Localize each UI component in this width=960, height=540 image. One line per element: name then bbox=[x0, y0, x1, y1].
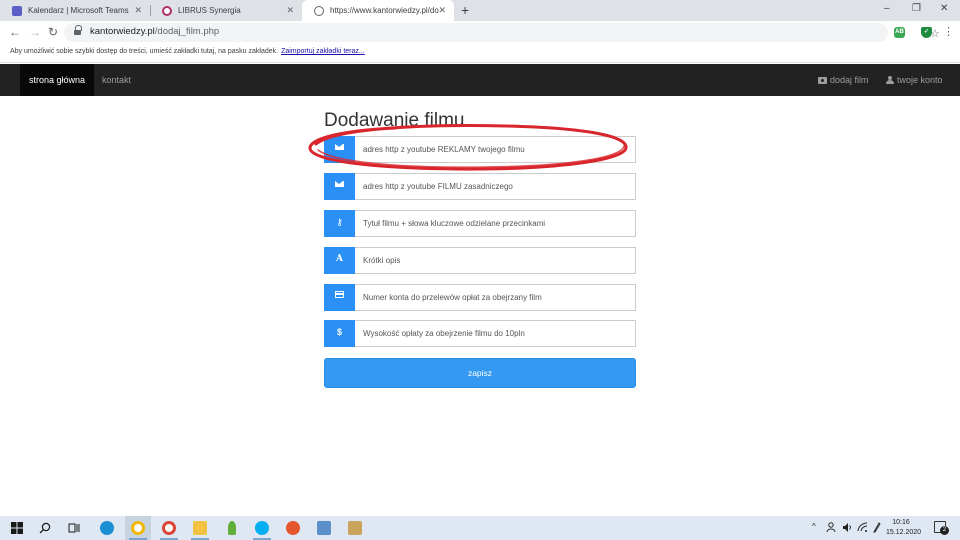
dollar-icon: $ bbox=[324, 320, 355, 347]
reload-button[interactable]: ↻ bbox=[48, 25, 58, 39]
ad-url-placeholder: adres http z youtube REKLAMY twojego fil… bbox=[363, 145, 525, 154]
url-host: kantorwiedzy.pl bbox=[90, 26, 155, 37]
title-keywords-placeholder: Tytuł filmu + słowa kluczowe odzielane p… bbox=[363, 219, 546, 228]
windows-taskbar: ^ 10:16 15.12.2020 2 bbox=[0, 516, 960, 540]
lock-icon[interactable] bbox=[74, 25, 82, 36]
maximize-button[interactable]: ❐ bbox=[912, 3, 921, 14]
close-tab-icon[interactable]: ✕ bbox=[438, 5, 446, 16]
close-window-button[interactable]: ✕ bbox=[940, 3, 948, 14]
browser-menu-icon[interactable]: ⋮ bbox=[943, 25, 954, 38]
task-view-icon[interactable] bbox=[68, 522, 80, 534]
nav-account-label: twoje konto bbox=[897, 75, 943, 85]
nav-contact-link[interactable]: kontakt bbox=[102, 64, 131, 96]
minimize-button[interactable]: – bbox=[884, 3, 890, 14]
skype-icon[interactable] bbox=[255, 521, 269, 535]
nav-home-link[interactable]: strona główna bbox=[20, 64, 95, 96]
plant-app-icon[interactable] bbox=[228, 521, 236, 535]
teams-icon bbox=[12, 5, 22, 16]
address-bar[interactable]: kantorwiedzy.pl/dodaj_film.php ☆ bbox=[64, 23, 940, 42]
record-app-icon[interactable] bbox=[286, 521, 300, 535]
browser-toolbar: ← → ↻ kantorwiedzy.pl/dodaj_film.php ☆ A… bbox=[0, 21, 960, 44]
system-clock[interactable]: 10:16 15.12.2020 bbox=[886, 518, 922, 538]
globe-icon bbox=[314, 5, 324, 16]
tab-title: Kalendarz | Microsoft Teams bbox=[28, 6, 129, 15]
nav-add-film-link[interactable]: dodaj film bbox=[818, 64, 869, 96]
user-icon bbox=[886, 76, 894, 84]
librus-icon bbox=[162, 5, 172, 16]
chrome-icon[interactable] bbox=[162, 521, 176, 535]
nav-account-link[interactable]: twoje konto bbox=[886, 64, 943, 96]
close-tab-icon[interactable]: ✕ bbox=[134, 5, 142, 16]
credit-card-icon bbox=[324, 284, 355, 311]
paint-app-icon[interactable] bbox=[348, 521, 362, 535]
windows-start-icon[interactable] bbox=[11, 522, 23, 534]
envelope-icon bbox=[324, 173, 355, 200]
bookmarks-bar: Aby umożliwić sobie szybki dostęp do tre… bbox=[0, 44, 960, 63]
forward-button[interactable]: → bbox=[29, 25, 41, 39]
key-icon: ⚷ bbox=[324, 210, 355, 237]
account-number-input[interactable]: Numer konta do przelewów opłat za obejrz… bbox=[324, 284, 636, 311]
close-tab-icon[interactable]: ✕ bbox=[286, 5, 294, 16]
ad-url-input[interactable]: adres http z youtube REKLAMY twojego fil… bbox=[324, 136, 636, 163]
film-url-input[interactable]: adres http z youtube FILMU zasadniczego bbox=[324, 173, 636, 200]
search-icon[interactable] bbox=[39, 522, 51, 534]
people-icon[interactable] bbox=[826, 522, 836, 533]
pen-workspace-icon[interactable] bbox=[872, 522, 881, 533]
short-description-input[interactable]: A Krótki opis bbox=[324, 247, 636, 274]
edge-icon[interactable] bbox=[100, 521, 114, 535]
tab-title: https://www.kantorwiedzy.pl/do bbox=[330, 6, 439, 15]
tab-kantorwiedzy[interactable]: https://www.kantorwiedzy.pl/do ✕ bbox=[302, 0, 454, 21]
account-number-placeholder: Numer konta do przelewów opłat za obejrz… bbox=[363, 293, 542, 302]
bookmarks-hint: Aby umożliwić sobie szybki dostęp do tre… bbox=[10, 48, 279, 55]
notification-count-badge: 2 bbox=[940, 526, 949, 535]
title-keywords-input[interactable]: ⚷ Tytuł filmu + słowa kluczowe odzielane… bbox=[324, 210, 636, 237]
font-icon: A bbox=[324, 247, 355, 274]
new-tab-button[interactable]: + bbox=[461, 2, 469, 18]
tray-overflow-chevron[interactable]: ^ bbox=[812, 522, 816, 531]
import-bookmarks-link[interactable]: Zaimportuj zakładki teraz... bbox=[281, 48, 365, 55]
save-button[interactable]: zapisz bbox=[324, 358, 636, 388]
tab-teams[interactable]: Kalendarz | Microsoft Teams ✕ bbox=[0, 0, 150, 21]
volume-icon[interactable] bbox=[842, 522, 852, 533]
nav-add-film-label: dodaj film bbox=[830, 75, 869, 85]
disk-app-icon[interactable] bbox=[317, 521, 331, 535]
url-text[interactable]: kantorwiedzy.pl/dodaj_film.php bbox=[90, 26, 219, 37]
tab-title: LIBRUS Synergia bbox=[178, 6, 241, 15]
browser-tab-strip: Kalendarz | Microsoft Teams ✕ LIBRUS Syn… bbox=[0, 0, 960, 21]
envelope-icon bbox=[324, 136, 355, 163]
file-explorer-icon[interactable] bbox=[193, 521, 207, 535]
clock-time: 10:16 bbox=[892, 519, 910, 526]
clock-date: 15.12.2020 bbox=[886, 529, 922, 536]
film-url-placeholder: adres http z youtube FILMU zasadniczego bbox=[363, 182, 513, 191]
fee-placeholder: Wysokość opłaty za obejrzenie filmu do 1… bbox=[363, 329, 525, 338]
short-description-placeholder: Krótki opis bbox=[363, 256, 401, 265]
url-path: /dodaj_film.php bbox=[154, 26, 220, 37]
site-navbar: strona główna kontakt dodaj film twoje k… bbox=[0, 64, 960, 96]
adblock-icon[interactable]: AB bbox=[894, 27, 905, 38]
tab-librus[interactable]: LIBRUS Synergia ✕ bbox=[150, 0, 302, 21]
page-title: Dodawanie filmu bbox=[324, 110, 465, 131]
chrome-canary-icon[interactable] bbox=[131, 521, 145, 535]
wifi-icon[interactable] bbox=[857, 522, 868, 533]
camera-icon bbox=[818, 77, 827, 84]
shield-check-icon[interactable]: ✓ bbox=[921, 27, 932, 38]
back-button[interactable]: ← bbox=[9, 25, 21, 39]
fee-input[interactable]: $ Wysokość opłaty za obejrzenie filmu do… bbox=[324, 320, 636, 347]
